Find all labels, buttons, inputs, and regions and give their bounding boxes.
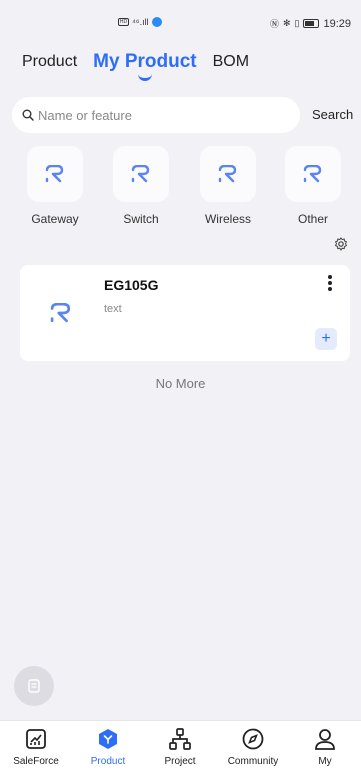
category-switch[interactable]: Switch bbox=[106, 146, 176, 226]
top-tabs: Product My Product BOM bbox=[22, 51, 265, 81]
search-button[interactable]: Search bbox=[312, 107, 353, 122]
category-tile bbox=[113, 146, 169, 202]
chart-icon bbox=[26, 729, 46, 749]
nav-label: Product bbox=[90, 756, 126, 767]
search-input[interactable] bbox=[38, 107, 278, 123]
status-time: 19:29 bbox=[323, 17, 351, 30]
hd-icon: HD bbox=[118, 18, 129, 26]
compass-icon bbox=[242, 728, 264, 750]
category-tile bbox=[285, 146, 341, 202]
product-cube-icon bbox=[99, 729, 117, 749]
category-other[interactable]: Other bbox=[278, 146, 348, 226]
list-end-text: No More bbox=[155, 376, 206, 391]
nfc-icon: Ⓝ bbox=[269, 19, 279, 29]
brand-logo-icon bbox=[303, 165, 322, 183]
tab-my-product-label: My Product bbox=[93, 51, 197, 72]
active-tab-indicator bbox=[137, 74, 152, 81]
app-status-icon bbox=[151, 17, 162, 27]
status-left-icons: HD ⁴⁶.ıll bbox=[118, 17, 162, 27]
category-gateway[interactable]: Gateway bbox=[20, 146, 90, 226]
category-tile bbox=[200, 146, 256, 202]
vibrate-icon: ▯ bbox=[294, 18, 300, 28]
category-tile bbox=[27, 146, 83, 202]
category-label: Other bbox=[297, 212, 328, 226]
bluetooth-icon: ✻ bbox=[282, 18, 291, 28]
brand-logo-icon bbox=[218, 165, 237, 183]
floating-notes-button[interactable] bbox=[14, 666, 54, 706]
nav-label: My bbox=[318, 756, 332, 767]
product-name: EG105G bbox=[104, 277, 159, 293]
brand-logo-icon bbox=[45, 165, 64, 183]
search-icon bbox=[22, 109, 34, 121]
nav-label: SaleForce bbox=[13, 756, 59, 767]
tab-bom[interactable]: BOM bbox=[213, 52, 249, 72]
status-bar: HD ⁴⁶.ıll Ⓝ ✻ ▯ 19:29 bbox=[0, 0, 361, 44]
category-wireless[interactable]: Wireless bbox=[193, 146, 263, 226]
document-icon bbox=[28, 679, 40, 693]
gear-icon[interactable] bbox=[334, 237, 348, 251]
nav-item-saleforce[interactable]: SaleForce bbox=[0, 727, 72, 767]
tab-my-product[interactable]: My Product bbox=[93, 51, 197, 81]
more-options-icon[interactable] bbox=[326, 275, 334, 293]
nav-label: Community bbox=[227, 756, 279, 767]
nav-label: Project bbox=[164, 756, 196, 767]
category-label: Wireless bbox=[204, 212, 251, 226]
nav-item-my[interactable]: My bbox=[289, 727, 361, 767]
brand-logo-icon bbox=[131, 165, 150, 183]
product-logo-icon bbox=[50, 303, 71, 323]
add-button[interactable]: + bbox=[315, 328, 337, 350]
nav-item-community[interactable]: Community bbox=[217, 727, 289, 767]
bottom-nav: SaleForce Product Project Community My bbox=[0, 720, 361, 778]
product-card[interactable]: EG105G text + bbox=[20, 265, 350, 361]
nav-item-product[interactable]: Product bbox=[72, 727, 144, 767]
battery-icon bbox=[303, 19, 320, 28]
category-label: Switch bbox=[123, 212, 159, 226]
network-icon bbox=[169, 728, 191, 750]
nav-item-project[interactable]: Project bbox=[144, 727, 216, 767]
product-description: text bbox=[104, 303, 122, 315]
tab-product[interactable]: Product bbox=[22, 52, 77, 72]
search-bar bbox=[12, 97, 300, 133]
status-right-icons: Ⓝ ✻ ▯ 19:29 bbox=[270, 17, 351, 30]
signal-icon: ⁴⁶.ıll bbox=[132, 17, 149, 27]
category-label: Gateway bbox=[31, 212, 79, 226]
person-icon bbox=[315, 729, 335, 750]
